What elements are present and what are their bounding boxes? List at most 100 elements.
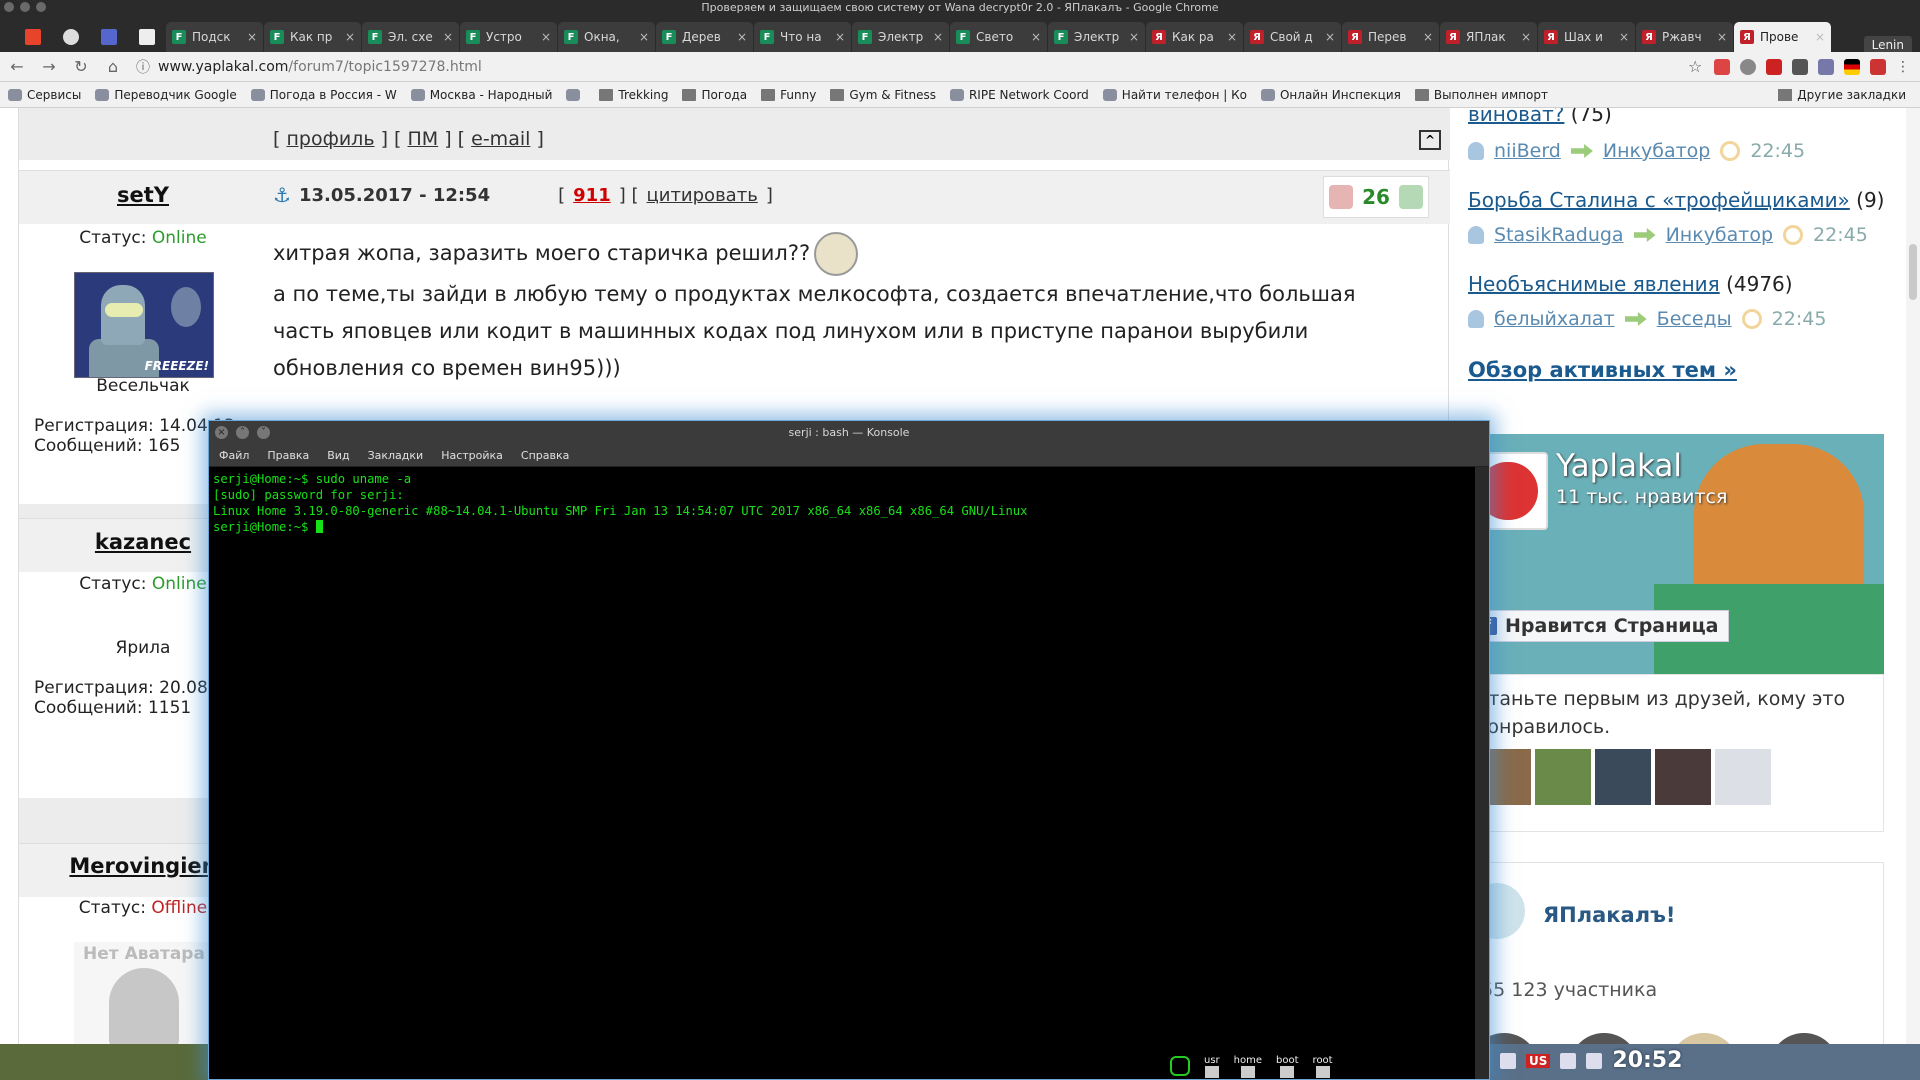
scroll-thumb[interactable] bbox=[1909, 244, 1917, 300]
bookmark-item[interactable]: Сервисы bbox=[8, 88, 81, 102]
gmail-icon[interactable] bbox=[1714, 58, 1730, 75]
pinned-tab[interactable] bbox=[52, 22, 90, 52]
home-icon[interactable]: ⌂ bbox=[104, 57, 122, 76]
topic-section[interactable]: Инкубатор bbox=[1603, 140, 1710, 162]
topic-section[interactable]: Инкубатор bbox=[1666, 224, 1773, 246]
pinned-tab[interactable] bbox=[90, 22, 128, 52]
bookmark-item[interactable]: RIPE Network Coord bbox=[949, 88, 1089, 102]
pinned-tab[interactable] bbox=[128, 22, 166, 52]
browser-tab[interactable]: F Окна, × bbox=[558, 22, 655, 52]
close-tab-icon[interactable]: × bbox=[541, 30, 551, 44]
fb-page-name[interactable]: Yaplakal bbox=[1556, 448, 1682, 484]
close-tab-icon[interactable]: × bbox=[1717, 30, 1727, 44]
browser-tab[interactable]: F Что на × bbox=[754, 22, 851, 52]
other-bookmarks[interactable]: Другие закладки bbox=[1778, 88, 1906, 102]
close-tab-icon[interactable]: × bbox=[443, 30, 453, 44]
close-tab-icon[interactable]: × bbox=[737, 30, 747, 44]
info-icon[interactable]: ⓘ bbox=[136, 57, 150, 77]
browser-tab[interactable]: F Электр × bbox=[1048, 22, 1145, 52]
close-tab-icon[interactable]: × bbox=[1227, 30, 1237, 44]
close-tab-icon[interactable]: × bbox=[1619, 30, 1629, 44]
battery-icon[interactable] bbox=[1586, 1052, 1603, 1069]
browser-tab[interactable]: Я Перев × bbox=[1342, 22, 1439, 52]
minimize-icon[interactable]: ˅ bbox=[257, 426, 270, 439]
konsole-window[interactable]: × ˄ ˅ serji : bash — Konsole Файл Правка Вид… bbox=[208, 420, 1490, 1080]
topic-user[interactable]: белыйхалат bbox=[1494, 308, 1615, 330]
back-icon[interactable]: ← bbox=[8, 57, 26, 76]
close-tab-icon[interactable]: × bbox=[835, 30, 845, 44]
topic-user[interactable]: StasikRaduga bbox=[1494, 224, 1624, 246]
bookmark-item[interactable]: Переводчик Google bbox=[95, 88, 237, 102]
panel-icon[interactable] bbox=[1170, 1056, 1190, 1076]
menu-item[interactable]: Справка bbox=[521, 449, 569, 462]
browser-tab[interactable]: F Устро × bbox=[460, 22, 557, 52]
keyboard-layout[interactable]: US bbox=[1526, 1053, 1551, 1068]
drive-item[interactable]: root bbox=[1313, 1055, 1333, 1080]
active-topics-link[interactable]: Обзор активных тем » bbox=[1468, 358, 1737, 382]
browser-tab[interactable]: Я Ржавч × bbox=[1636, 22, 1733, 52]
network-icon[interactable] bbox=[1500, 1052, 1516, 1069]
page-scrollbar[interactable] bbox=[1906, 108, 1920, 1080]
avatar[interactable] bbox=[1535, 749, 1591, 805]
close-tab-icon[interactable]: × bbox=[1031, 30, 1041, 44]
browser-tab[interactable]: F Электр × bbox=[852, 22, 949, 52]
browser-tab[interactable]: F Как пр × bbox=[264, 22, 361, 52]
drive-item[interactable]: usr bbox=[1204, 1055, 1220, 1080]
close-tab-icon[interactable]: × bbox=[933, 30, 943, 44]
bookmark-item[interactable]: Москва - Народный bbox=[410, 88, 552, 102]
avatar[interactable] bbox=[1715, 749, 1771, 805]
flag-icon[interactable] bbox=[1844, 58, 1860, 75]
scroll-top-button[interactable]: ^ bbox=[1419, 130, 1441, 150]
topic-link[interactable]: Необъяснимые явления bbox=[1468, 272, 1720, 296]
browser-tab[interactable]: F Дерев × bbox=[656, 22, 753, 52]
extension-icon[interactable] bbox=[1870, 58, 1886, 75]
menu-item[interactable]: Закладки bbox=[368, 449, 424, 462]
quote-link[interactable]: цитировать bbox=[647, 185, 758, 206]
avatar[interactable] bbox=[1655, 749, 1711, 805]
browser-tab[interactable]: F Подск × bbox=[166, 22, 263, 52]
bookmark-item[interactable]: Gym & Fitness bbox=[830, 88, 936, 102]
bookmark-item[interactable]: Погода bbox=[682, 88, 747, 102]
close-tab-icon[interactable]: × bbox=[1521, 30, 1531, 44]
maximize-icon[interactable]: ˄ bbox=[236, 426, 249, 439]
avatar[interactable] bbox=[1595, 749, 1651, 805]
browser-tab[interactable]: Я ЯПлак × bbox=[1440, 22, 1537, 52]
close-tab-icon[interactable]: × bbox=[639, 30, 649, 44]
close-icon[interactable]: × bbox=[215, 426, 228, 439]
close-tab-icon[interactable]: × bbox=[1325, 30, 1335, 44]
address-bar[interactable]: ⓘ www.yaplakal.com/forum7/topic1597278.h… bbox=[136, 55, 1674, 79]
email-link[interactable]: e-mail bbox=[471, 128, 530, 150]
author-name[interactable]: setY bbox=[19, 183, 267, 207]
menu-item[interactable]: Правка bbox=[267, 449, 309, 462]
post-number[interactable]: 911 bbox=[573, 185, 611, 206]
terminal-scrollbar[interactable] bbox=[1475, 467, 1489, 1079]
menu-item[interactable]: Настройка bbox=[441, 449, 503, 462]
profile-link[interactable]: профиль bbox=[286, 128, 374, 150]
konsole-titlebar[interactable]: × ˄ ˅ serji : bash — Konsole bbox=[209, 421, 1489, 445]
close-tab-icon[interactable]: × bbox=[1423, 30, 1433, 44]
menu-item[interactable]: Файл bbox=[219, 449, 249, 462]
bookmark-item[interactable] bbox=[566, 88, 585, 101]
extension-icon[interactable] bbox=[1792, 58, 1808, 75]
bookmark-item[interactable]: Погода в Россия - W bbox=[250, 88, 397, 102]
thumb-up-icon[interactable] bbox=[1399, 185, 1424, 209]
sync-icon[interactable] bbox=[1740, 58, 1756, 75]
anchor-icon[interactable]: ⚓ bbox=[273, 183, 291, 207]
close-tab-icon[interactable]: × bbox=[1815, 30, 1825, 44]
topic-link[interactable]: Борьба Сталина с «трофейщиками» bbox=[1468, 188, 1850, 212]
browser-tab[interactable]: Я Шах и × bbox=[1538, 22, 1635, 52]
volume-icon[interactable] bbox=[1560, 1052, 1577, 1069]
bookmark-item[interactable]: Найти телефон | Ко bbox=[1102, 88, 1247, 102]
terminal-output[interactable]: serji@Home:~$ sudo uname -a [sudo] passwo… bbox=[209, 467, 1489, 539]
browser-tab[interactable]: F Эл. схе × bbox=[362, 22, 459, 52]
reload-icon[interactable]: ↻ bbox=[72, 57, 90, 76]
browser-tab[interactable]: Я Свой д × bbox=[1244, 22, 1341, 52]
star-icon[interactable]: ☆ bbox=[1688, 58, 1704, 75]
drive-item[interactable]: boot bbox=[1276, 1055, 1299, 1080]
menu-icon[interactable]: ⋮ bbox=[1896, 59, 1912, 75]
bookmark-item[interactable]: Trekking bbox=[599, 88, 668, 102]
youtube-icon[interactable] bbox=[1766, 58, 1782, 75]
bookmark-item[interactable]: Выполнен импорт bbox=[1414, 88, 1548, 102]
clock[interactable]: 20:52 bbox=[1612, 1048, 1682, 1073]
drive-item[interactable]: home bbox=[1234, 1055, 1262, 1080]
